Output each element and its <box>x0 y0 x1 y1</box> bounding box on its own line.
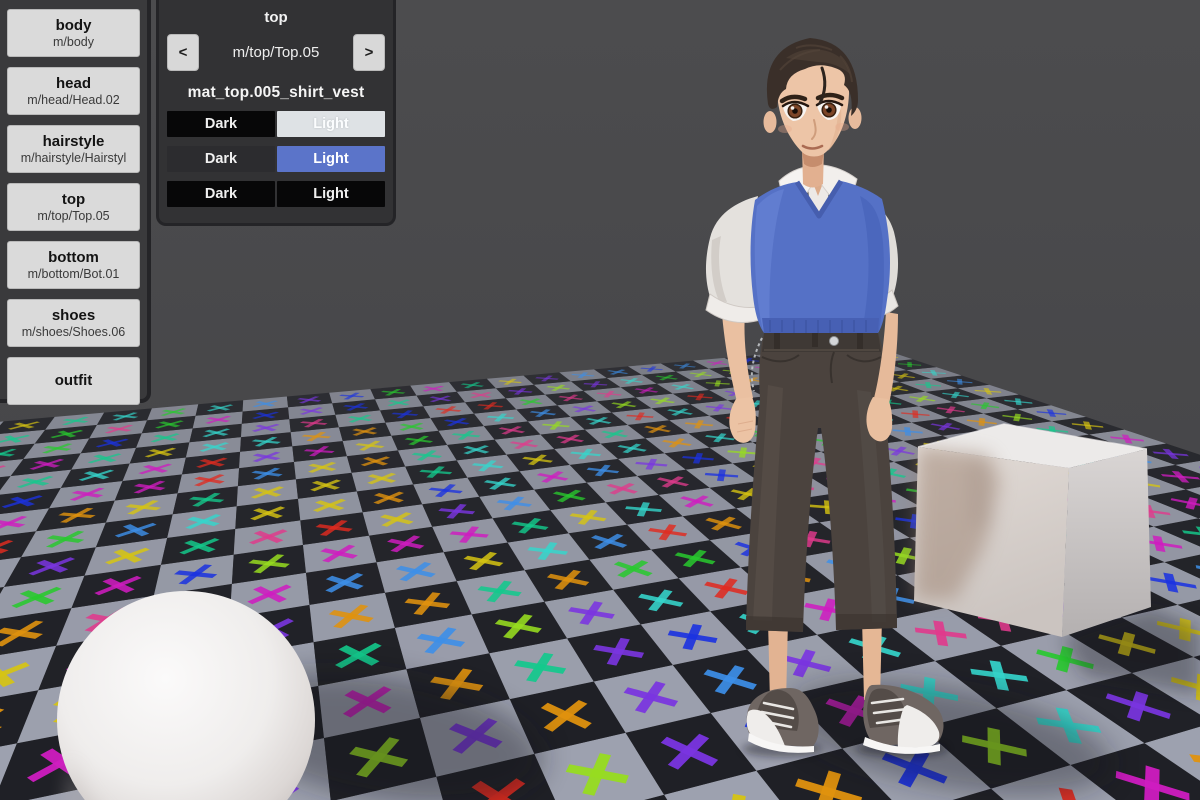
sidebar-item-label: body <box>56 17 92 35</box>
material-dark-button-3[interactable]: Dark <box>167 181 275 207</box>
sphere-prop <box>57 591 315 800</box>
sidebar-item-head[interactable]: head m/head/Head.02 <box>7 67 140 115</box>
sidebar-item-sublabel: m/head/Head.02 <box>27 93 119 108</box>
material-name-label: mat_top.005_shirt_vest <box>167 84 385 102</box>
pants-button <box>830 337 839 346</box>
sidebar-item-shoes[interactable]: shoes m/shoes/Shoes.06 <box>7 299 140 347</box>
sidebar-item-body[interactable]: body m/body <box>7 9 140 57</box>
sidebar-item-label: top <box>62 191 85 209</box>
sidebar-item-sublabel: m/bottom/Bot.01 <box>28 267 120 282</box>
material-dark-button-1[interactable]: Dark <box>167 111 275 137</box>
pants <box>746 332 897 632</box>
material-dark-button-2[interactable]: Dark <box>167 146 275 172</box>
sidebar-item-top[interactable]: top m/top/Top.05 <box>7 183 140 231</box>
asset-selector: < m/top/Top.05 > <box>167 34 385 71</box>
panel-title: top <box>167 9 385 26</box>
sidebar-item-sublabel: m/body <box>53 35 94 50</box>
sidebar-item-outfit[interactable]: outfit <box>7 357 140 405</box>
sidebar-item-label: shoes <box>52 307 95 325</box>
sidebar-item-label: head <box>56 75 91 93</box>
material-color-rows: Dark Light Dark Light Dark Light <box>167 111 385 207</box>
material-color-row: Dark Light <box>167 181 385 207</box>
sidebar-item-label: outfit <box>55 372 92 390</box>
character-model <box>706 38 948 757</box>
floor-shadows <box>217 607 1200 800</box>
category-sidebar: body m/body head m/head/Head.02 hairstyl… <box>0 0 151 403</box>
material-light-button-2[interactable]: Light <box>277 146 385 172</box>
sidebar-item-label: hairstyle <box>43 133 105 151</box>
sidebar-item-bottom[interactable]: bottom m/bottom/Bot.01 <box>7 241 140 289</box>
sidebar-item-hairstyle[interactable]: hairstyle m/hairstyle/Hairstyl <box>7 125 140 173</box>
sidebar-item-label: bottom <box>48 249 99 267</box>
material-light-button-3[interactable]: Light <box>277 181 385 207</box>
material-light-button-1[interactable]: Light <box>277 111 385 137</box>
sidebar-item-sublabel: m/hairstyle/Hairstyl <box>21 151 127 166</box>
cube-prop <box>914 424 1151 637</box>
head <box>764 38 862 157</box>
top-options-panel: top < m/top/Top.05 > mat_top.005_shirt_v… <box>156 0 396 226</box>
arm-left <box>722 312 756 443</box>
sidebar-item-sublabel: m/top/Top.05 <box>37 209 109 224</box>
material-color-row: Dark Light <box>167 111 385 137</box>
sidebar-item-sublabel: m/shoes/Shoes.06 <box>22 325 126 340</box>
selected-asset-label: m/top/Top.05 <box>199 44 353 61</box>
prev-button[interactable]: < <box>167 34 199 71</box>
material-color-row: Dark Light <box>167 146 385 172</box>
next-button[interactable]: > <box>353 34 385 71</box>
character-customizer-window: body m/body head m/head/Head.02 hairstyl… <box>0 0 1200 800</box>
